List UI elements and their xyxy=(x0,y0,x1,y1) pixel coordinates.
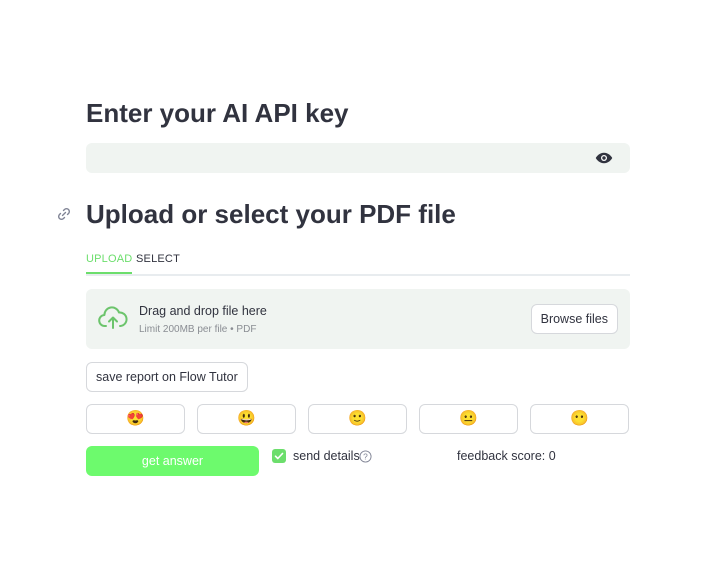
feedback-neutral-button[interactable]: 😐 xyxy=(419,404,518,434)
cloud-upload-icon xyxy=(98,306,128,329)
tab-upload[interactable]: UPLOAD xyxy=(86,253,133,274)
help-icon[interactable]: ? xyxy=(359,450,372,463)
feedback-love-button[interactable]: 😍 xyxy=(86,404,185,434)
eye-icon[interactable] xyxy=(595,151,613,165)
file-dropzone[interactable]: Drag and drop file here Limit 200MB per … xyxy=(86,289,630,349)
save-report-button[interactable]: save report on Flow Tutor xyxy=(86,362,248,392)
feedback-score: feedback score: 0 xyxy=(457,449,556,463)
file-source-tabs: UPLOAD SELECT xyxy=(86,248,630,276)
feedback-row: 😍 😃 🙂 😐 😶 xyxy=(86,404,630,434)
feedback-slight-smile-button[interactable]: 🙂 xyxy=(308,404,407,434)
send-details-label[interactable]: send details xyxy=(293,449,360,463)
feedback-no-mouth-button[interactable]: 😶 xyxy=(530,404,629,434)
link-icon[interactable] xyxy=(56,206,72,222)
get-answer-button[interactable]: get answer xyxy=(86,446,259,476)
svg-text:?: ? xyxy=(363,452,368,462)
browse-files-button[interactable]: Browse files xyxy=(530,304,618,334)
send-details-checkbox[interactable] xyxy=(272,449,286,463)
tab-select[interactable]: SELECT xyxy=(136,253,180,272)
api-key-title: Enter your AI API key xyxy=(86,98,349,128)
api-key-input[interactable] xyxy=(86,143,630,173)
dropzone-title: Drag and drop file here xyxy=(139,304,267,318)
feedback-happy-button[interactable]: 😃 xyxy=(197,404,296,434)
pdf-section-title: Upload or select your PDF file xyxy=(86,199,456,229)
dropzone-limit: Limit 200MB per file • PDF xyxy=(139,324,257,335)
checkmark-icon xyxy=(274,452,284,460)
